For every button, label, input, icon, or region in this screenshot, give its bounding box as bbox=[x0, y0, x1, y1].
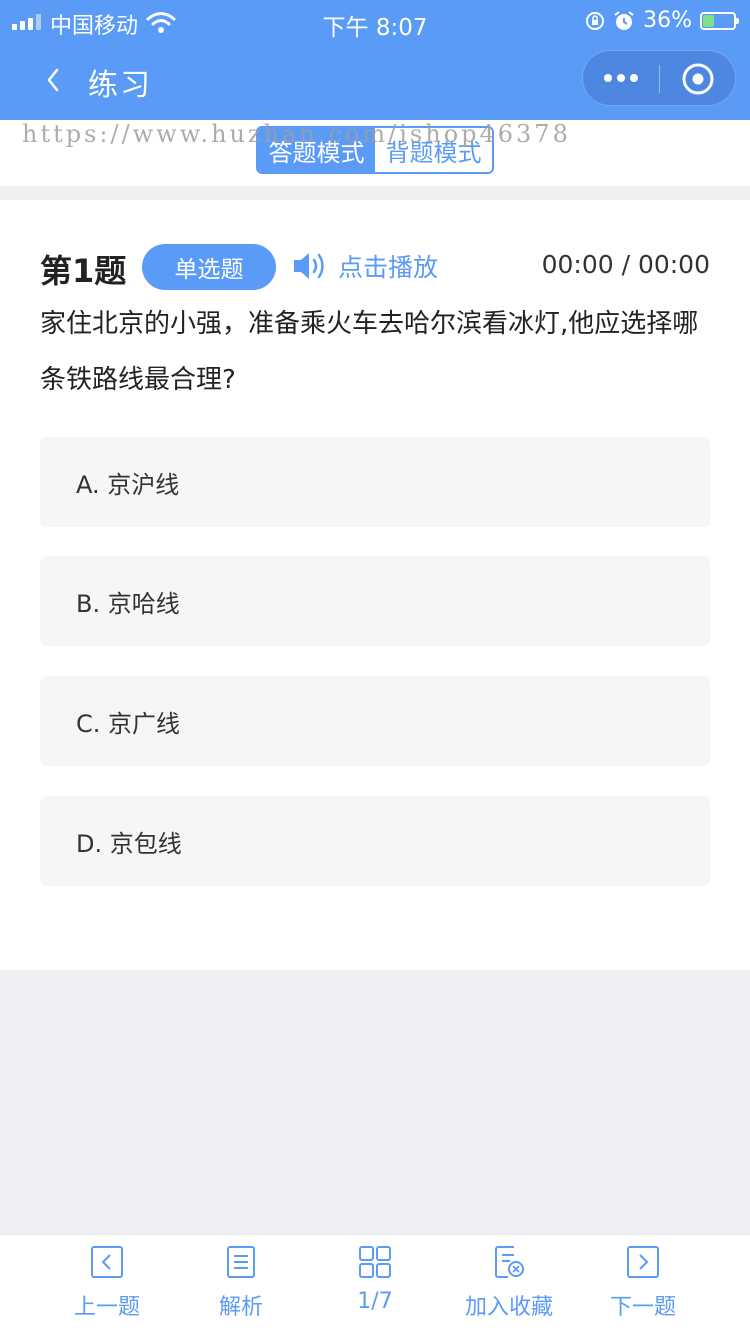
option-label: C. 京广线 bbox=[76, 709, 181, 738]
chevron-left-box-icon bbox=[91, 1246, 123, 1278]
back-button[interactable] bbox=[36, 58, 70, 102]
question-grid-button[interactable]: 1/7 bbox=[310, 1245, 440, 1329]
battery-percent: 36% bbox=[643, 8, 692, 33]
option-a[interactable]: A. 京沪线 bbox=[40, 437, 710, 527]
option-c[interactable]: C. 京广线 bbox=[40, 676, 710, 766]
audio-time: 00:00 / 00:00 bbox=[541, 250, 710, 279]
bottom-toolbar: 上一题 解析 1/7 加入收藏 下一题 bbox=[0, 1234, 750, 1334]
question-type-badge: 单选题 bbox=[142, 244, 276, 290]
status-right: 36% bbox=[585, 8, 739, 33]
speaker-icon bbox=[294, 253, 324, 279]
next-question-label: 下一题 bbox=[609, 1295, 676, 1320]
option-d[interactable]: D. 京包线 bbox=[40, 796, 710, 886]
top-bar: 中国移动 下午 8:07 36% 练习 bbox=[0, 0, 750, 120]
status-bar: 中国移动 下午 8:07 36% bbox=[0, 0, 750, 44]
more-dot-icon bbox=[617, 74, 625, 82]
option-label: B. 京哈线 bbox=[76, 589, 180, 618]
chevron-left-icon bbox=[47, 68, 59, 92]
question-number: 第1题 bbox=[40, 252, 127, 290]
mini-program-capsule bbox=[582, 50, 736, 106]
question-header: 第1题 单选题 点击播放 00:00 / 00:00 bbox=[40, 244, 710, 290]
capsule-divider bbox=[659, 65, 660, 93]
play-audio-button[interactable]: 点击播放 bbox=[292, 248, 438, 284]
add-favorite-button[interactable]: 加入收藏 bbox=[444, 1245, 574, 1329]
close-target-icon[interactable] bbox=[681, 62, 715, 96]
analysis-label: 解析 bbox=[218, 1295, 263, 1320]
more-dot-icon bbox=[604, 74, 612, 82]
option-label: A. 京沪线 bbox=[76, 470, 180, 499]
page-title: 练习 bbox=[88, 68, 152, 103]
option-label: D. 京包线 bbox=[76, 829, 182, 858]
progress-label: 1/7 bbox=[357, 1289, 393, 1314]
battery-level bbox=[703, 14, 714, 27]
mode-bar: 答题模式 背题模式 https://www.huzhan.com/ishop46… bbox=[0, 120, 750, 186]
favorite-document-icon bbox=[495, 1246, 524, 1278]
play-audio-label: 点击播放 bbox=[338, 253, 439, 282]
document-icon bbox=[227, 1246, 255, 1278]
option-b[interactable]: B. 京哈线 bbox=[40, 556, 710, 646]
analysis-button[interactable]: 解析 bbox=[176, 1245, 306, 1329]
chevron-right-box-icon bbox=[627, 1246, 659, 1278]
battery-icon bbox=[700, 11, 739, 30]
watermark: https://www.huzhan.com/ishop46378 bbox=[22, 120, 571, 148]
more-button[interactable] bbox=[583, 51, 659, 105]
prev-question-button[interactable]: 上一题 bbox=[42, 1245, 172, 1329]
next-question-button[interactable]: 下一题 bbox=[578, 1245, 708, 1329]
alarm-icon bbox=[614, 10, 634, 30]
grid-icon bbox=[359, 1246, 391, 1278]
question-card: 第1题 单选题 点击播放 00:00 / 00:00 家住北京的小强，准备乘火车… bbox=[0, 200, 750, 970]
add-favorite-label: 加入收藏 bbox=[464, 1295, 553, 1320]
more-dot-icon bbox=[630, 74, 638, 82]
rotation-lock-icon bbox=[586, 11, 605, 30]
question-text: 家住北京的小强，准备乘火车去哈尔滨看冰灯,他应选择哪条铁路线最合理? bbox=[40, 309, 699, 395]
prev-question-label: 上一题 bbox=[73, 1295, 140, 1320]
